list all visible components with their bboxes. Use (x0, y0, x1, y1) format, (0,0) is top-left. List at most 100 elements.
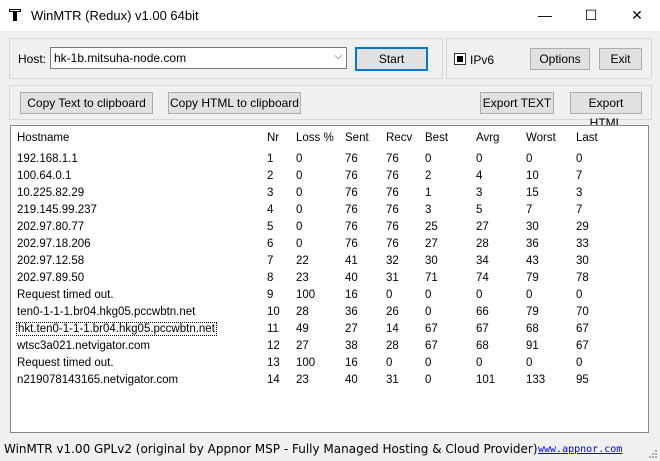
table-cell-last: 70 (576, 306, 589, 318)
table-cell-recv: 26 (386, 306, 399, 318)
table-row[interactable]: 202.97.89.50 8 23 40 31 71 74 79 78 (11, 270, 648, 287)
table-cell-avrg: 0 (476, 289, 483, 301)
table-cell-nr: 2 (267, 170, 274, 182)
table-row[interactable]: 202.97.80.77 5 0 76 76 25 27 30 29 (11, 219, 648, 236)
table-cell-best: 67 (425, 340, 438, 352)
table-cell-best: 3 (425, 204, 432, 216)
results-table[interactable]: Hostname Nr Loss % Sent Recv Best Avrg Worst Las… (10, 125, 649, 433)
table-row[interactable]: 202.97.12.58 7 22 41 32 30 34 43 30 (11, 253, 648, 270)
chevron-down-icon[interactable]: ⌵ (334, 51, 342, 62)
table-cell-best: 0 (425, 306, 432, 318)
table-cell-nr: 6 (267, 238, 274, 250)
column-header-worst[interactable]: Worst (526, 132, 556, 144)
table-cell-nr: 1 (267, 153, 274, 165)
column-header-loss[interactable]: Loss % (296, 132, 334, 144)
table-cell-best: 0 (425, 357, 432, 369)
table-cell-last: 0 (576, 153, 583, 165)
table-row[interactable]: Request timed out. 9 100 16 0 0 0 0 0 (11, 287, 648, 304)
table-cell-recv: 31 (386, 272, 399, 284)
table-cell-loss: 0 (296, 187, 303, 199)
table-row[interactable]: 192.168.1.1 1 0 76 76 0 0 0 0 (11, 151, 648, 168)
ipv6-checkbox[interactable] (454, 53, 466, 65)
export-html-button[interactable]: Export HTML (570, 92, 642, 130)
host-label: Host: (18, 52, 47, 66)
column-header-recv[interactable]: Recv (386, 132, 412, 144)
table-cell-loss: 0 (296, 204, 303, 216)
table-row[interactable]: 100.64.0.1 2 0 76 76 2 4 10 7 (11, 168, 648, 185)
table-cell-nr: 8 (267, 272, 274, 284)
table-cell-hostname: 202.97.89.50 (17, 272, 85, 284)
table-cell-nr: 7 (267, 255, 274, 267)
table-cell-nr: 14 (267, 374, 280, 386)
table-cell-worst: 43 (526, 255, 539, 267)
copy-text-button[interactable]: Copy Text to clipboard (20, 92, 153, 114)
table-cell-avrg: 67 (476, 323, 489, 335)
table-row[interactable]: hkt.ten0-1-1-1.br04.hkg05.pccwbtn.net 11 4… (11, 321, 648, 338)
table-cell-recv: 76 (386, 204, 399, 216)
start-button[interactable]: Start (355, 47, 428, 71)
minimize-button[interactable]: — (522, 0, 568, 31)
table-row[interactable]: n219078143165.netvigator.com 14 23 40 31 0 101… (11, 372, 648, 389)
table-cell-sent: 76 (345, 170, 358, 182)
table-cell-loss: 23 (296, 374, 309, 386)
table-cell-recv: 76 (386, 221, 399, 233)
column-header-best[interactable]: Best (425, 132, 448, 144)
table-cell-sent: 16 (345, 289, 358, 301)
table-cell-last: 0 (576, 357, 583, 369)
table-cell-loss: 49 (296, 323, 309, 335)
table-cell-hostname: ten0-1-1-1.br04.hkg05.pccwbtn.net (17, 306, 196, 318)
table-cell-worst: 0 (526, 289, 533, 301)
column-header-sent[interactable]: Sent (345, 132, 369, 144)
table-cell-loss: 28 (296, 306, 309, 318)
table-cell-sent: 76 (345, 221, 358, 233)
table-cell-hostname: 202.97.12.58 (17, 255, 85, 267)
table-cell-hostname: 202.97.80.77 (17, 221, 85, 233)
table-cell-recv: 32 (386, 255, 399, 267)
exit-button[interactable]: Exit (599, 48, 642, 70)
host-combobox[interactable]: hk-1b.mitsuha-node.com ⌵ (50, 47, 347, 69)
table-row[interactable]: 219.145.99.237 4 0 76 76 3 5 7 7 (11, 202, 648, 219)
table-row[interactable]: 202.97.18.206 6 0 76 76 27 28 36 33 (11, 236, 648, 253)
table-cell-nr: 12 (267, 340, 280, 352)
table-cell-recv: 76 (386, 153, 399, 165)
column-header-hostname[interactable]: Hostname (17, 132, 69, 144)
table-cell-best: 0 (425, 289, 432, 301)
table-cell-last: 7 (576, 204, 583, 216)
resize-grip-icon[interactable] (648, 449, 658, 459)
table-cell-hostname: Request timed out. (17, 357, 114, 369)
table-cell-last: 78 (576, 272, 589, 284)
table-cell-best: 67 (425, 323, 438, 335)
table-row[interactable]: ten0-1-1-1.br04.hkg05.pccwbtn.net 10 28 36 2… (11, 304, 648, 321)
maximize-icon: ☐ (584, 7, 598, 23)
table-row[interactable]: Request timed out. 13 100 16 0 0 0 0 0 (11, 355, 648, 372)
table-cell-loss: 27 (296, 340, 309, 352)
table-cell-avrg: 101 (476, 374, 496, 386)
table-cell-nr: 5 (267, 221, 274, 233)
table-cell-hostname: 219.145.99.237 (17, 204, 97, 216)
table-row[interactable]: 10.225.82.29 3 0 76 76 1 3 15 3 (11, 185, 648, 202)
table-cell-loss: 100 (296, 357, 316, 369)
close-button[interactable]: ✕ (614, 0, 660, 31)
export-text-button[interactable]: Export TEXT (480, 92, 554, 114)
table-cell-last: 30 (576, 255, 589, 267)
options-button[interactable]: Options (530, 48, 590, 70)
table-cell-loss: 22 (296, 255, 309, 267)
table-row[interactable]: wtsc3a021.netvigator.com 12 27 38 28 67 68 91 67 (11, 338, 648, 355)
maximize-button[interactable]: ☐ (568, 0, 614, 31)
column-header-nr[interactable]: Nr (267, 132, 279, 144)
table-cell-loss: 23 (296, 272, 309, 284)
table-cell-hostname: Request timed out. (17, 289, 114, 301)
appnor-link[interactable]: www.appnor.com (538, 444, 622, 455)
table-cell-loss: 0 (296, 153, 303, 165)
table-cell-avrg: 3 (476, 187, 483, 199)
table-cell-nr: 4 (267, 204, 274, 216)
table-cell-sent: 76 (345, 204, 358, 216)
table-cell-last: 29 (576, 221, 589, 233)
table-cell-loss: 0 (296, 170, 303, 182)
column-header-last[interactable]: Last (576, 132, 598, 144)
column-header-avrg[interactable]: Avrg (476, 132, 499, 144)
checkbox-check-icon (457, 56, 463, 62)
copy-html-button[interactable]: Copy HTML to clipboard (168, 92, 301, 114)
table-cell-avrg: 34 (476, 255, 489, 267)
close-icon: ✕ (631, 7, 643, 23)
